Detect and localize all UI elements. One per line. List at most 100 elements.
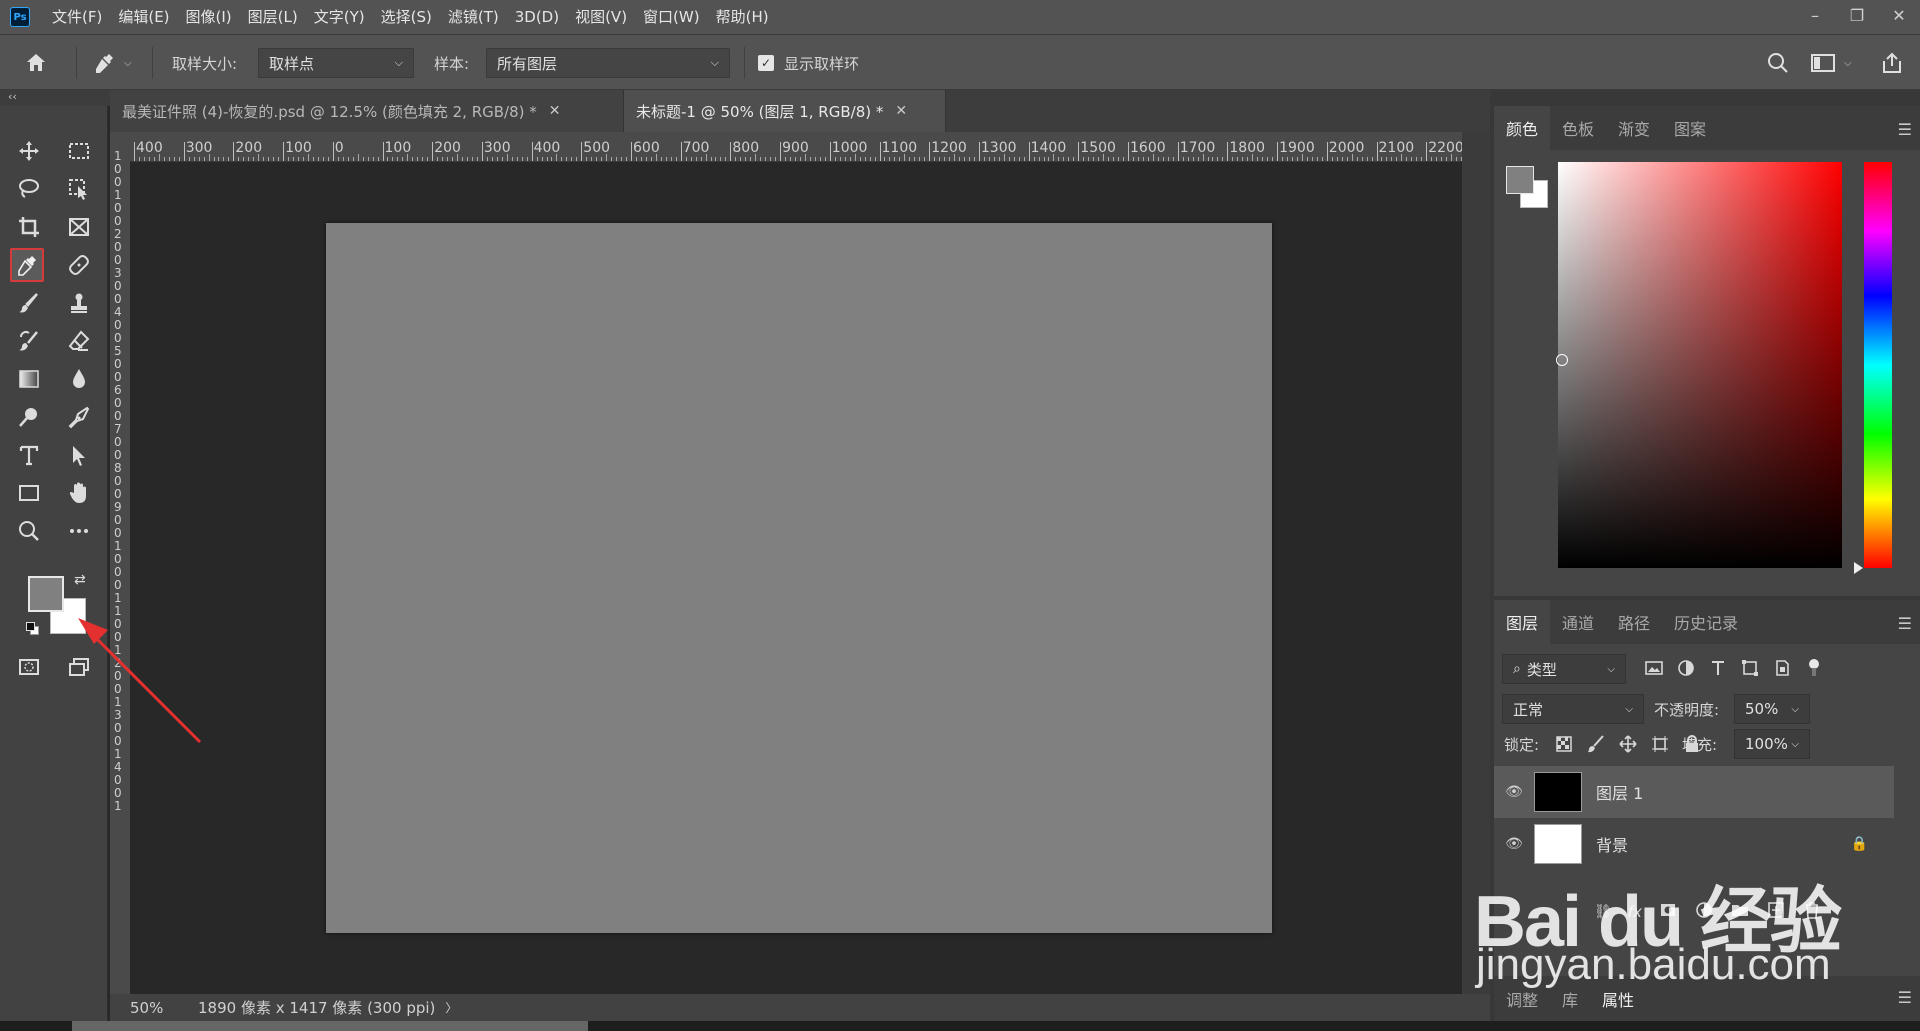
menu-3d[interactable]: 3D(D) [507,0,567,34]
layer-name[interactable]: 图层 1 [1596,780,1643,804]
restore-icon[interactable]: ❐ [1836,0,1878,30]
fill-label: 填充: [1682,736,1718,754]
crop-tool-icon[interactable] [12,210,46,244]
foreground-color-swatch[interactable] [28,576,64,612]
tab-patterns[interactable]: 图案 [1662,106,1718,150]
eye-icon[interactable]: 👁 [1494,836,1534,852]
dodge-tool-icon[interactable] [12,400,46,434]
blur-tool-icon[interactable] [62,362,96,396]
panel-menu-icon[interactable]: ☰ [1898,614,1912,633]
lock-artboard-icon[interactable] [1650,734,1670,758]
tab-document-2[interactable]: 未标题-1 @ 50% (图层 1, RGB/8) * ✕ [624,90,946,132]
menu-file[interactable]: 文件(F) [44,0,110,34]
adjustment-filter-icon[interactable] [1676,658,1696,682]
eyedropper-preset-icon[interactable]: ⌵ [92,35,132,91]
pen-tool-icon[interactable] [62,400,96,434]
eyedropper-tool-icon[interactable] [10,248,44,282]
move-tool-icon[interactable] [12,134,46,168]
menu-view[interactable]: 视图(V) [567,0,635,34]
hand-tool-icon[interactable] [62,476,96,510]
menu-image[interactable]: 图像(I) [178,0,240,34]
frame-tool-icon[interactable] [62,210,96,244]
chevron-down-icon[interactable]: ⌵ [1791,704,1799,715]
tab-color[interactable]: 颜色 [1494,106,1551,150]
lock-pixels-icon[interactable] [1586,734,1606,758]
smart-object-filter-icon[interactable] [1772,658,1792,682]
screen-mode-icon[interactable] [62,650,96,684]
show-ring-checkbox[interactable]: ✓ [758,55,774,71]
brush-tool-icon[interactable] [12,286,46,320]
quick-mask-icon[interactable] [12,650,46,684]
lasso-tool-icon[interactable] [12,172,46,206]
color-picker-marker[interactable] [1556,354,1568,366]
close-icon[interactable]: ✕ [1878,0,1920,30]
color-field[interactable] [1558,162,1842,568]
swap-colors-icon[interactable]: ⇄ [74,572,86,588]
type-filter-icon[interactable] [1708,658,1728,682]
canvas-area[interactable] [130,162,1462,994]
layer-filter-select[interactable]: ⌕ 类型 ⌵ [1502,654,1626,684]
rectangle-tool-icon[interactable] [12,476,46,510]
menu-edit[interactable]: 编辑(E) [110,0,177,34]
lock-position-icon[interactable] [1618,734,1638,758]
history-brush-tool-icon[interactable] [12,324,46,358]
layer-name[interactable]: 背景 [1596,832,1628,856]
document-canvas[interactable] [326,223,1272,933]
opacity-input[interactable]: 50% ⌵ [1734,694,1810,724]
chevron-down-icon[interactable]: ⌵ [1791,739,1799,750]
close-icon[interactable]: ✕ [895,103,907,119]
tab-paths[interactable]: 路径 [1606,600,1662,644]
hue-slider-marker[interactable] [1854,562,1863,574]
default-colors-icon[interactable] [26,622,40,636]
stamp-tool-icon[interactable] [62,286,96,320]
lock-transparency-icon[interactable] [1554,734,1574,758]
home-icon[interactable] [24,35,48,91]
horizontal-scrollbar-thumb[interactable] [72,1021,588,1031]
path-select-tool-icon[interactable] [62,438,96,472]
filter-toggle-icon[interactable] [1804,658,1824,682]
gradient-tool-icon[interactable] [12,362,46,396]
chevron-right-icon[interactable]: 〉 [445,999,457,1016]
share-icon[interactable] [1880,35,1904,91]
healing-brush-tool-icon[interactable] [62,248,96,282]
minimize-icon[interactable]: – [1794,0,1836,30]
eye-icon[interactable]: 👁 [1494,784,1534,800]
sample-size-select[interactable]: 取样点 ⌵ [258,48,414,78]
pixel-filter-icon[interactable] [1644,658,1664,682]
close-icon[interactable]: ✕ [549,103,561,119]
tab-swatches[interactable]: 色板 [1550,106,1606,150]
hue-slider[interactable] [1864,162,1892,568]
tab-gradients[interactable]: 渐变 [1606,106,1662,150]
shape-filter-icon[interactable] [1740,658,1760,682]
panel-menu-icon[interactable]: ☰ [1898,120,1912,139]
ruler-tick [1277,142,1279,161]
chevron-down-icon: ⌵ [710,56,719,69]
tab-layers[interactable]: 图层 [1494,600,1551,644]
tab-history[interactable]: 历史记录 [1662,600,1750,644]
eraser-tool-icon[interactable] [62,324,96,358]
type-tool-icon[interactable] [12,438,46,472]
workspace-icon[interactable]: ⌵ [1810,35,1852,91]
menu-type[interactable]: 文字(Y) [306,0,373,34]
menu-window[interactable]: 窗口(W) [635,0,708,34]
menu-layer[interactable]: 图层(L) [240,0,306,34]
menu-select[interactable]: 选择(S) [373,0,440,34]
layer-row[interactable]: 👁 图层 1 [1494,766,1894,818]
panel-foreground-swatch[interactable] [1506,166,1534,194]
blend-mode-select[interactable]: 正常 ⌵ [1502,694,1644,724]
marquee-tool-icon[interactable] [62,134,96,168]
more-tools-icon[interactable] [62,514,96,548]
collapse-left-icon[interactable]: ‹‹ [8,90,17,103]
object-select-tool-icon[interactable] [62,172,96,206]
sample-select[interactable]: 所有图层 ⌵ [486,48,730,78]
photoshop-logo[interactable]: Ps [10,7,30,27]
menu-help[interactable]: 帮助(H) [708,0,777,34]
menu-filter[interactable]: 滤镜(T) [440,0,507,34]
search-icon[interactable] [1766,35,1790,91]
zoom-tool-icon[interactable] [12,514,46,548]
tab-document-1[interactable]: 最美证件照 (4)-恢复的.psd @ 12.5% (颜色填充 2, RGB/8… [110,90,624,132]
fill-input[interactable]: 100% ⌵ [1734,729,1810,759]
zoom-level[interactable]: 50% [130,999,178,1017]
panel-menu-icon[interactable]: ☰ [1898,988,1912,1007]
tab-channels[interactable]: 通道 [1550,600,1606,644]
